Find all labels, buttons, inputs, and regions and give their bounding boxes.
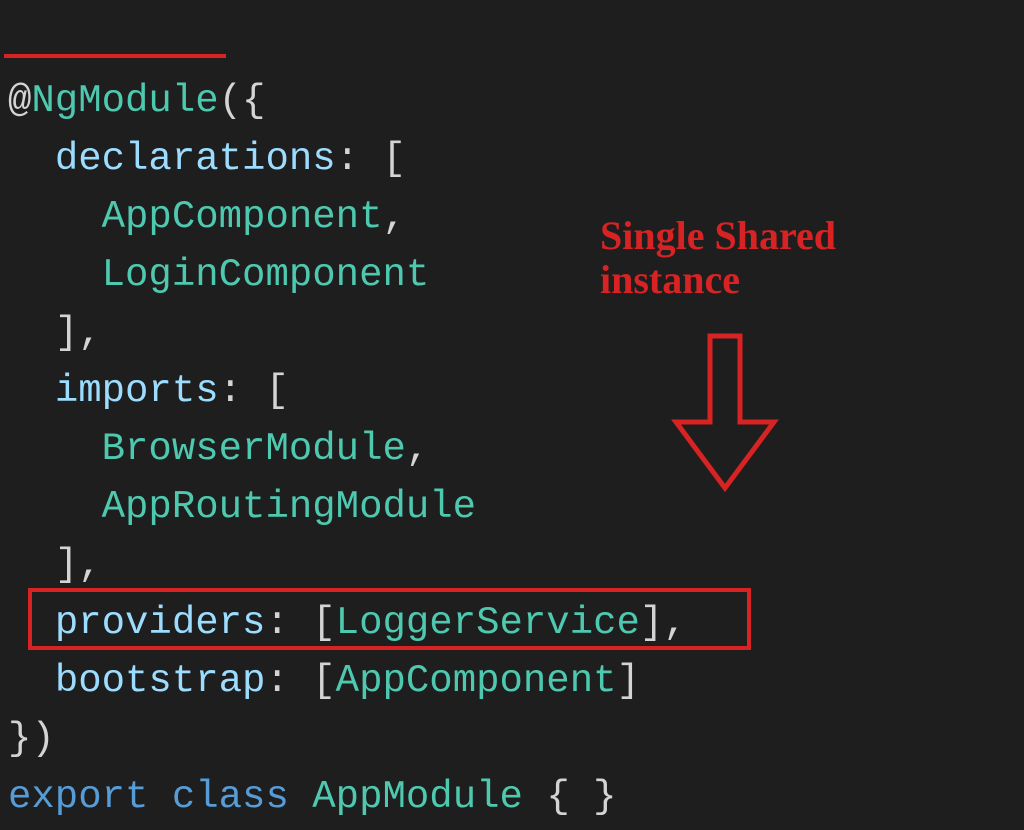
- callout-line-1: Single Shared: [600, 214, 980, 258]
- comma-1: ,: [382, 195, 405, 239]
- callout-line-2: instance: [600, 258, 980, 302]
- colon-bracket-2: : [: [219, 369, 289, 413]
- bootstrap-item: AppComponent: [336, 659, 617, 703]
- imp-item-2: AppRoutingModule: [102, 485, 476, 529]
- export-keyword: export: [8, 775, 148, 819]
- close-bracket-comma-3: ],: [640, 601, 687, 645]
- declarations-key: declarations: [55, 137, 336, 181]
- code-editor-view: @NgModule({ declarations: [ AppComponent…: [0, 0, 1024, 826]
- colon-bracket: : [: [336, 137, 406, 181]
- comma-2: ,: [406, 427, 429, 471]
- providers-key: providers: [55, 601, 266, 645]
- bootstrap-key: bootstrap: [55, 659, 266, 703]
- decorator-at: @: [8, 79, 31, 123]
- class-name: AppModule: [312, 775, 523, 819]
- callout-text: Single Shared instance: [600, 214, 980, 302]
- imp-item-1: BrowserModule: [102, 427, 406, 471]
- empty-braces: { }: [546, 775, 616, 819]
- open-paren-brace: ({: [219, 79, 266, 123]
- imports-key: imports: [55, 369, 219, 413]
- decl-item-2: LoginComponent: [102, 253, 430, 297]
- close-bracket: ]: [617, 659, 640, 703]
- close-bracket-comma-2: ],: [55, 543, 102, 587]
- colon-bracket-3: : [: [265, 601, 335, 645]
- colon-bracket-4: : [: [265, 659, 335, 703]
- ngmodule-underline-annotation: [4, 54, 226, 58]
- decorator-name: NgModule: [31, 79, 218, 123]
- close-bracket-comma-1: ],: [55, 311, 102, 355]
- class-keyword: class: [172, 775, 289, 819]
- arrow-down-icon: [670, 332, 780, 492]
- provider-item: LoggerService: [336, 601, 640, 645]
- decl-item-1: AppComponent: [102, 195, 383, 239]
- close-brace-paren: }): [8, 717, 55, 761]
